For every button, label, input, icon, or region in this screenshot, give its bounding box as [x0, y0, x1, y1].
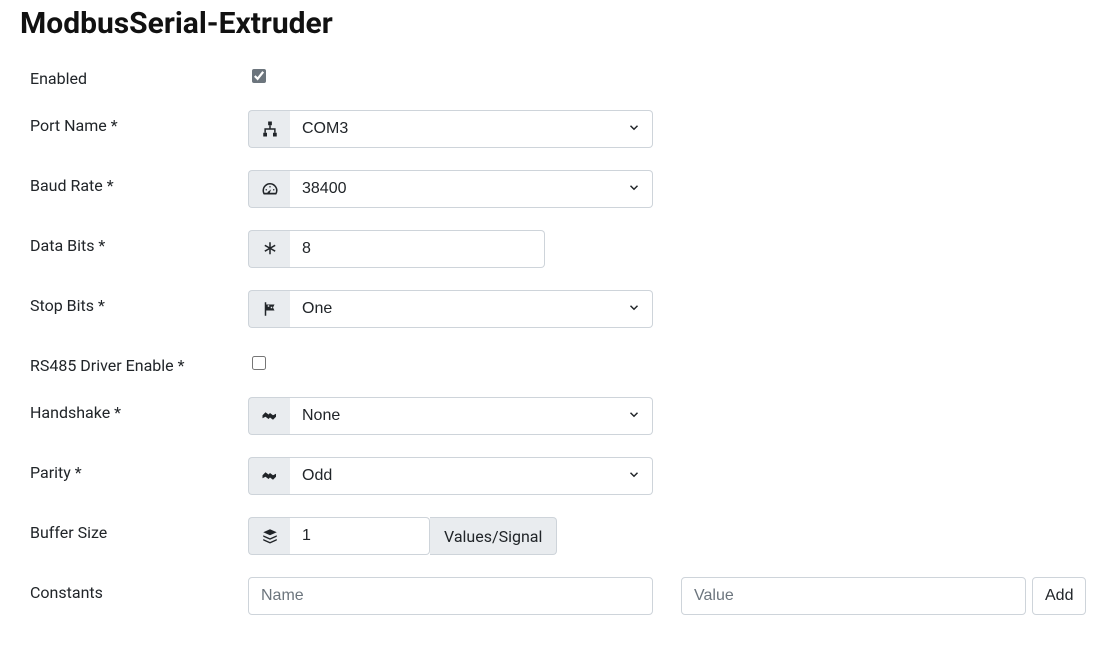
handshake-select[interactable]	[290, 397, 653, 435]
label-parity: Parity *	[30, 457, 248, 482]
label-port-name: Port Name *	[30, 110, 248, 135]
enabled-checkbox[interactable]	[252, 69, 266, 83]
data-bits-input[interactable]	[290, 230, 545, 268]
label-handshake: Handshake *	[30, 397, 248, 422]
parity-select[interactable]	[290, 457, 653, 495]
label-enabled: Enabled	[30, 63, 248, 88]
buffer-size-suffix: Values/Signal	[430, 517, 557, 555]
layers-icon	[248, 517, 290, 555]
label-rs485: RS485 Driver Enable *	[30, 350, 248, 375]
label-stop-bits: Stop Bits *	[30, 290, 248, 315]
add-constant-button[interactable]: Add	[1032, 577, 1086, 615]
label-constants: Constants	[30, 577, 248, 602]
page-title: ModbusSerial-Extruder	[20, 6, 1085, 41]
baud-rate-select[interactable]	[290, 170, 653, 208]
network-icon	[248, 110, 290, 148]
label-buffer-size: Buffer Size	[30, 517, 248, 542]
gauge-icon	[248, 170, 290, 208]
stop-bits-select[interactable]	[290, 290, 653, 328]
asterisk-icon	[248, 230, 290, 268]
handshake-icon	[248, 397, 290, 435]
constant-value-input[interactable]	[681, 577, 1026, 615]
constant-name-input[interactable]	[248, 577, 653, 615]
buffer-size-input[interactable]	[290, 517, 430, 555]
label-baud-rate: Baud Rate *	[30, 170, 248, 195]
flag-icon	[248, 290, 290, 328]
label-data-bits: Data Bits *	[30, 230, 248, 255]
rs485-checkbox[interactable]	[252, 356, 266, 370]
port-name-select[interactable]	[290, 110, 653, 148]
handshake-icon	[248, 457, 290, 495]
